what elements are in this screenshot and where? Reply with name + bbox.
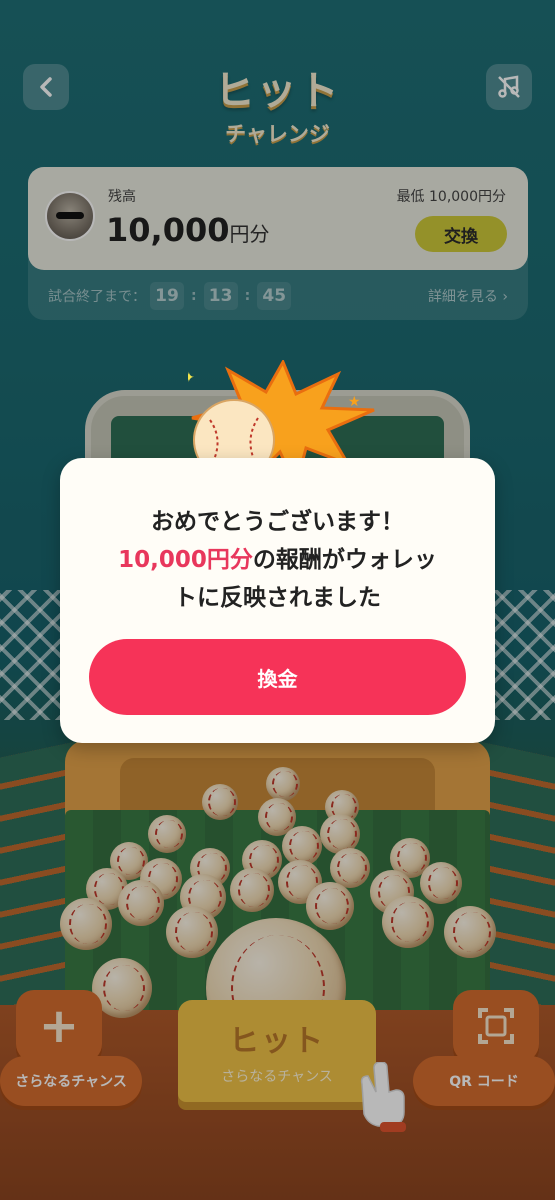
reward-amount: 10,000円分 <box>118 547 253 573</box>
svg-text:✦: ✦ <box>188 370 195 386</box>
message-line-3: トに反映されました <box>174 585 381 611</box>
reward-dialog: おめでとうございます！ 10,000円分の報酬がウォレッ トに反映されました 換… <box>60 458 495 743</box>
cashout-button[interactable]: 換金 <box>89 639 466 715</box>
svg-text:★: ★ <box>348 394 361 410</box>
message-line-2-rest: の報酬がウォレッ <box>252 547 437 573</box>
message-line-2: 10,000円分の報酬がウォレッ <box>60 541 495 579</box>
message-line-1: おめでとうございます！ <box>151 509 404 535</box>
reward-message: おめでとうございます！ 10,000円分の報酬がウォレッ トに反映されました <box>60 503 495 617</box>
